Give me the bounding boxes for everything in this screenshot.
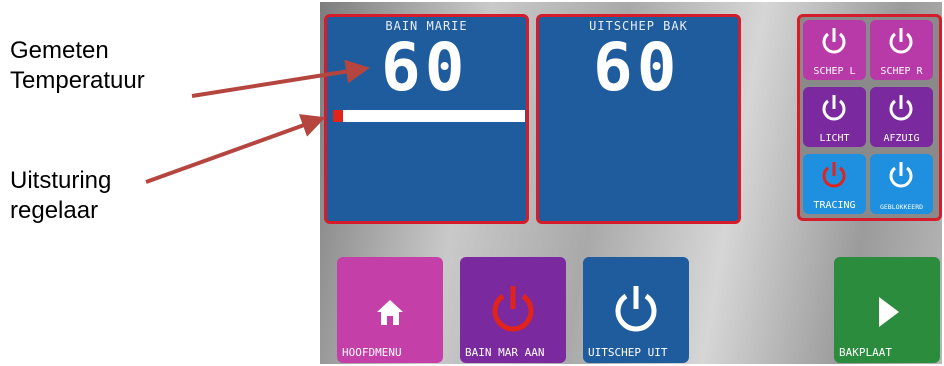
power-icon xyxy=(822,95,846,121)
button-label: HOOFDMENU xyxy=(342,346,402,359)
power-icon xyxy=(492,286,534,332)
panel-bain-marie: BAIN MARIE 60 xyxy=(324,14,529,224)
annotation-line-1: Uitsturing xyxy=(10,167,112,194)
uitschep-uit-button[interactable]: UITSCHEP UIT xyxy=(583,257,689,363)
button-label: AFZUIG xyxy=(883,133,920,144)
annotation-controller-output: Uitsturing regelaar xyxy=(10,166,111,226)
licht-button[interactable]: LICHT xyxy=(803,87,866,147)
hmi-screen: BAIN MARIE 60 UITSCHEP BAK 60 SCHEP L SC… xyxy=(320,2,942,364)
controller-output-bar xyxy=(333,110,525,122)
button-label: BAKPLAAT xyxy=(839,346,892,359)
annotation-measured-temperature: Gemeten Temperatuur xyxy=(10,36,145,96)
power-icon xyxy=(889,28,913,54)
controller-output-fill xyxy=(333,110,343,122)
afzuig-button[interactable]: AFZUIG xyxy=(870,87,933,147)
button-label: SCHEP R xyxy=(880,66,923,77)
button-label: TRACING xyxy=(813,200,856,211)
button-label: UITSCHEP UIT xyxy=(588,346,668,359)
power-icon xyxy=(615,286,657,332)
side-button-panel: SCHEP L SCHEP R LICHT AFZUIG TRACING GEB… xyxy=(797,14,942,221)
bakplaat-button[interactable]: BAKPLAAT xyxy=(834,257,940,363)
annotation-line-2: regelaar xyxy=(10,197,99,224)
home-icon xyxy=(377,300,403,325)
button-label: GEBLOKKEERD xyxy=(879,203,924,211)
power-icon xyxy=(889,162,913,188)
panel-uitschep-bak: UITSCHEP BAK 60 xyxy=(536,14,741,224)
geblokkeerd-button[interactable]: GEBLOKKEERD xyxy=(870,154,933,214)
play-icon xyxy=(879,297,899,327)
hoofdmenu-button[interactable]: HOOFDMENU xyxy=(337,257,443,363)
arrow-controller-output xyxy=(145,114,326,184)
button-label: BAIN MAR AAN xyxy=(465,346,545,359)
button-label: LICHT xyxy=(819,133,850,144)
bain-mar-aan-button[interactable]: BAIN MAR AAN xyxy=(460,257,566,363)
power-icon xyxy=(822,28,846,54)
power-icon xyxy=(822,162,846,188)
schep-r-button[interactable]: SCHEP R xyxy=(870,20,933,80)
schep-l-button[interactable]: SCHEP L xyxy=(803,20,866,80)
bain-marie-temperature: 60 xyxy=(381,29,469,106)
annotation-line-1: Gemeten xyxy=(10,37,109,64)
uitschep-bak-temperature: 60 xyxy=(593,29,681,106)
annotation-line-2: Temperatuur xyxy=(10,67,145,94)
power-icon xyxy=(889,95,913,121)
button-label: SCHEP L xyxy=(813,66,856,77)
tracing-button[interactable]: TRACING xyxy=(803,154,866,214)
